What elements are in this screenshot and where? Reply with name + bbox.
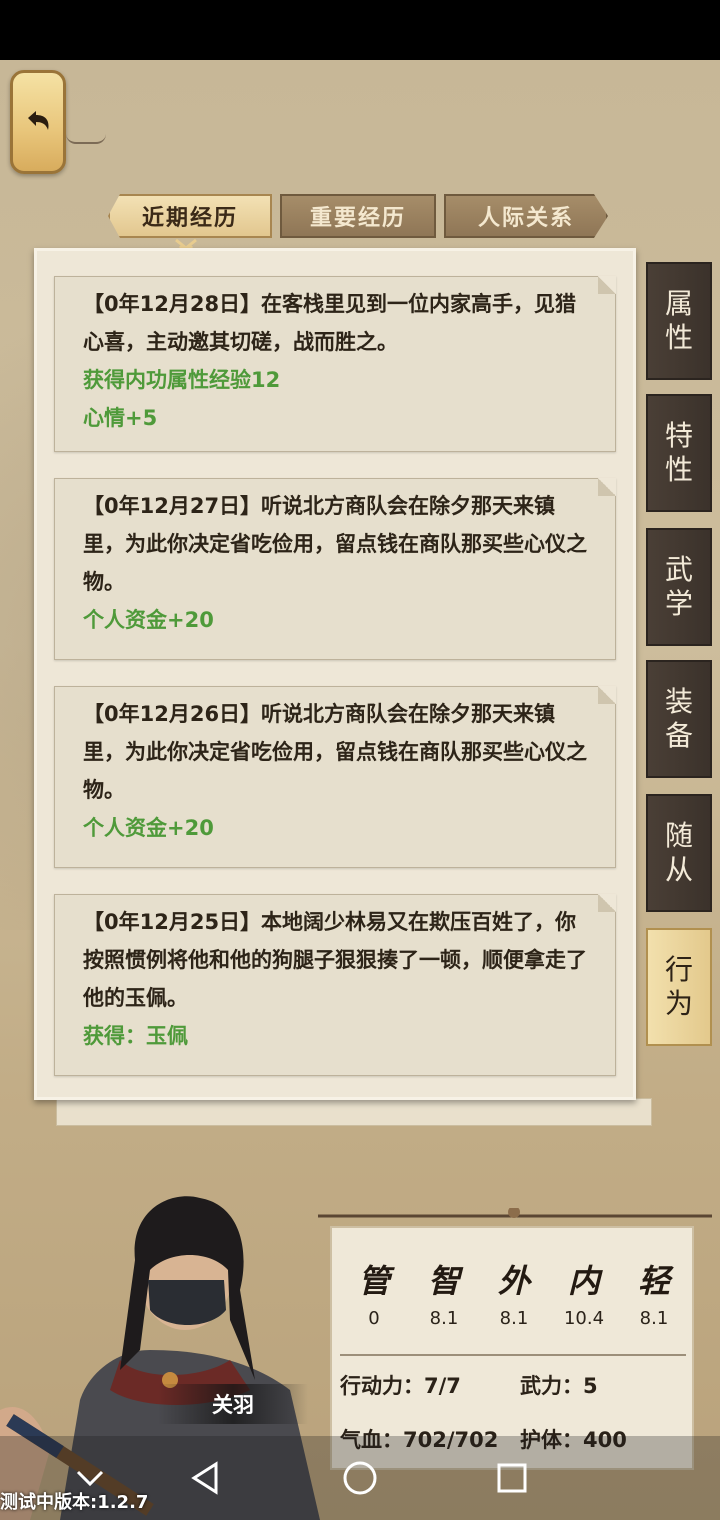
log-entry-text: 【0年12月25日】本地阔少林易又在欺压百姓了，你按照惯例将他和他的狗腿子狠狠揍… (83, 910, 587, 1010)
log-entry-text: 【0年12月27日】听说北方商队会在除夕那天来镇里，为此你决定省吃俭用，留点钱在… (83, 494, 587, 594)
log-entry: 【0年12月25日】本地阔少林易又在欺压百姓了，你按照惯例将他和他的狗腿子狠狠揍… (54, 894, 616, 1076)
log-entry-text: 【0年12月28日】在客栈里见到一位内家高手，见猎心喜，主动邀其切磋，战而胜之。 (83, 292, 577, 354)
tab-relationships[interactable]: 人际关系 (444, 194, 608, 238)
log-entry: 【0年12月28日】在客栈里见到一位内家高手，见猎心喜，主动邀其切磋，战而胜之。… (54, 276, 616, 452)
stat-heading-intelligence: 智 (427, 1262, 460, 1300)
tab-important-experience[interactable]: 重要经历 (280, 194, 436, 238)
stat-value: 8.1 (639, 1308, 669, 1329)
side-tab-behavior[interactable]: 行为 (646, 928, 712, 1046)
log-entry-effect: 心情+5 (83, 406, 158, 430)
log-entry: 【0年12月27日】听说北方商队会在除夕那天来镇里，为此你决定省吃俭用，留点钱在… (54, 478, 616, 660)
side-tab-traits[interactable]: 特性 (646, 394, 712, 512)
log-entry-effect: 获得：玉佩 (83, 1024, 188, 1048)
character-name: 关羽 (158, 1384, 308, 1424)
log-entry-text: 【0年12月26日】听说北方商队会在除夕那天来镇里，为此你决定省吃俭用，留点钱在… (83, 702, 587, 802)
stat-heading-agility: 轻 (637, 1262, 670, 1300)
log-entry: 【0年12月26日】听说北方商队会在除夕那天来镇里，为此你决定省吃俭用，留点钱在… (54, 686, 616, 868)
nav-back-icon[interactable] (186, 1458, 226, 1498)
stat-value: 0 (368, 1308, 380, 1329)
stat-values: 0 8.1 8.1 10.4 8.1 (346, 1308, 682, 1329)
stat-value: 10.4 (563, 1308, 605, 1329)
nav-recent-icon[interactable] (492, 1458, 532, 1498)
back-arrow-icon (28, 111, 49, 130)
version-label: 测试中版本:1.2.7 (0, 1492, 149, 1513)
stat-heading-management: 管 (357, 1262, 390, 1300)
log-entry-effect: 个人资金+20 (83, 608, 214, 632)
martial-power: 武力：5 (520, 1374, 598, 1398)
panel-back-sheet (56, 1098, 652, 1126)
log-entry-effect: 个人资金+20 (83, 816, 214, 840)
stat-heading-internal: 内 (567, 1262, 600, 1300)
stat-divider (340, 1354, 686, 1356)
action-power: 行动力：7/7 (340, 1374, 461, 1398)
side-tab-followers[interactable]: 随从 (646, 794, 712, 912)
side-tab-label: 随从 (664, 819, 693, 886)
side-tab-label: 装备 (664, 685, 693, 752)
side-tab-label: 属性 (664, 287, 693, 354)
side-tab-attributes[interactable]: 属性 (646, 262, 712, 380)
side-tab-label: 武学 (664, 553, 693, 620)
scroll-rod (318, 1208, 712, 1218)
stat-headings: 管 智 外 内 轻 (346, 1256, 682, 1302)
back-button-ornament (66, 128, 106, 144)
side-tab-equipment[interactable]: 装备 (646, 660, 712, 778)
back-button[interactable] (10, 70, 66, 174)
stat-heading-external: 外 (497, 1262, 530, 1300)
side-tab-label: 特性 (664, 419, 693, 486)
stat-value: 8.1 (429, 1308, 459, 1329)
log-entry-effect: 获得内功属性经验12 (83, 368, 281, 392)
tab-recent-experience[interactable]: 近期经历 (108, 194, 272, 238)
stat-value: 8.1 (499, 1308, 529, 1329)
side-tab-label: 行为 (664, 953, 693, 1020)
side-tab-martial-arts[interactable]: 武学 (646, 528, 712, 646)
status-bar (0, 0, 720, 60)
nav-home-icon[interactable] (340, 1458, 380, 1498)
log-tabs: 近期经历 重要经历 人际关系 (108, 194, 608, 238)
